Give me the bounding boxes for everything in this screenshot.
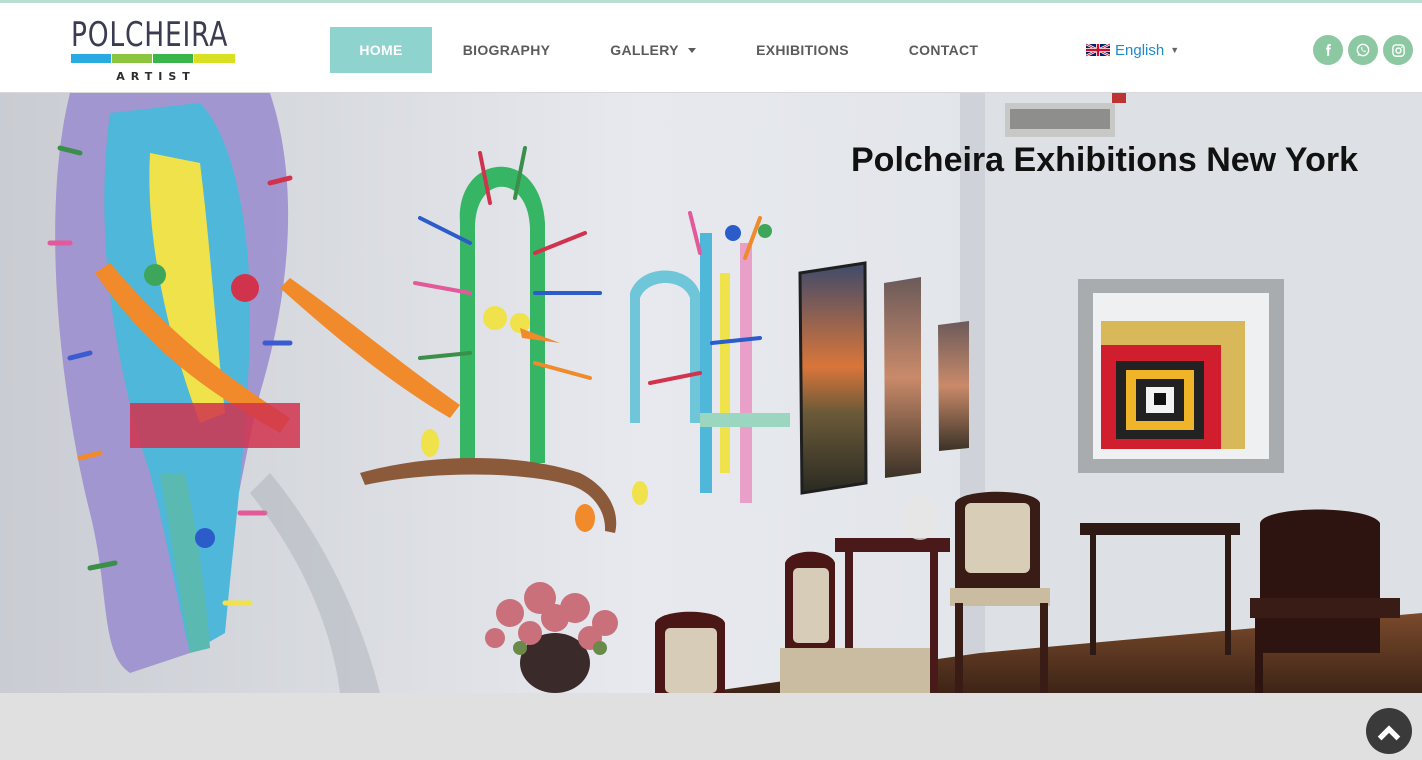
nav-exhibitions[interactable]: EXHIBITIONS	[742, 27, 863, 73]
site-header: POLCHEIRA ARTIST HOME BIOGRAPHY GALLERY …	[0, 0, 1422, 93]
nav-home[interactable]: HOME	[330, 27, 432, 73]
nav-gallery[interactable]: GALLERY	[598, 27, 708, 73]
nav-contact[interactable]: CONTACT	[894, 27, 993, 73]
logo-color-bar	[153, 54, 193, 63]
logo-tagline: ARTIST	[116, 70, 196, 83]
logo-color-bar	[112, 54, 152, 63]
logo-wordmark: POLCHEIRA	[71, 15, 229, 55]
chevron-up-icon	[1377, 725, 1401, 741]
logo-color-bar	[194, 54, 235, 63]
instagram-icon	[1391, 43, 1405, 57]
language-label: English	[1115, 41, 1165, 59]
uk-flag-icon	[1086, 42, 1110, 58]
caret-down-icon	[687, 47, 696, 53]
whatsapp-icon	[1356, 43, 1370, 57]
instagram-link[interactable]	[1383, 35, 1413, 65]
whatsapp-link[interactable]	[1348, 35, 1378, 65]
gallery-room-photo	[0, 93, 1422, 693]
nav-gallery-label: GALLERY	[610, 42, 679, 58]
caret-down-icon: ▼	[1170, 45, 1180, 55]
site-logo[interactable]: POLCHEIRA ARTIST	[71, 15, 235, 83]
language-switcher[interactable]: English ▼	[1086, 40, 1179, 60]
hero-title: Polcheira Exhibitions New York	[851, 141, 1358, 179]
nav-biography[interactable]: BIOGRAPHY	[448, 27, 565, 73]
facebook-icon	[1325, 44, 1331, 56]
scroll-to-top-button[interactable]	[1366, 708, 1412, 754]
hero-banner: Polcheira Exhibitions New York	[0, 93, 1422, 693]
logo-color-bar	[71, 54, 111, 63]
facebook-link[interactable]	[1313, 35, 1343, 65]
